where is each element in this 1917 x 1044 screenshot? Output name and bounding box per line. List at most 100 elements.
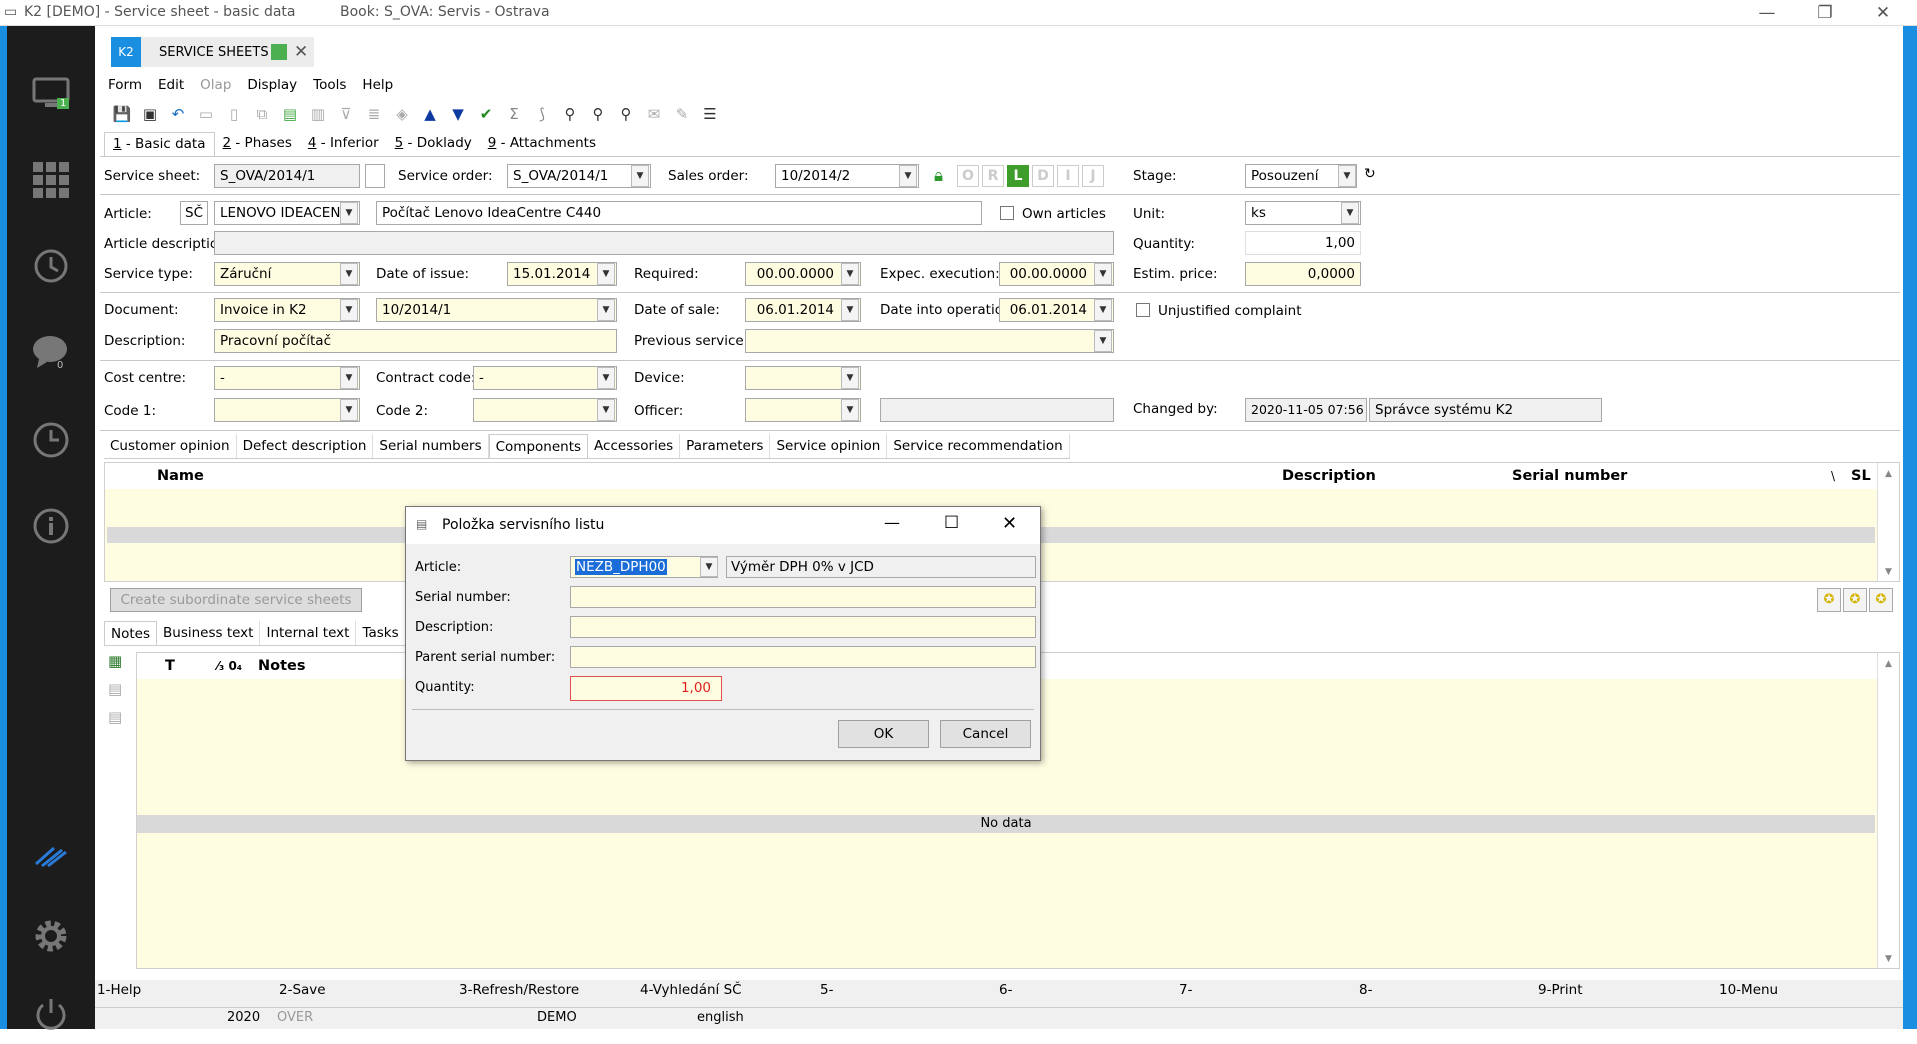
cost-centre-dropdown[interactable]: ▼ [340,367,358,389]
tab-basic-data[interactable]: 1 - Basic data [104,132,215,156]
tab-accessories[interactable]: Accessories [588,434,681,458]
undo-icon[interactable]: ↶ [164,101,192,127]
document-type-dropdown[interactable]: ▼ [340,299,358,321]
contract-code-field[interactable]: - [473,366,617,390]
minimize-button[interactable]: — [1738,0,1796,26]
tab-serial-numbers[interactable]: Serial numbers [373,434,489,458]
code2-field[interactable] [473,398,617,422]
filter-list-icon[interactable]: ≣ [360,101,388,127]
dialog-close-button[interactable]: ✕ [1002,513,1017,534]
close-button[interactable]: ✕ [1854,0,1912,26]
paste-note-icon[interactable]: ▤ [108,708,130,736]
status-j[interactable]: J [1082,165,1104,187]
fkey-help[interactable]: 1-Help [97,982,141,998]
cost-centre-field[interactable]: - [214,366,360,390]
code1-field[interactable] [214,398,360,422]
date-of-issue-dropdown[interactable]: ▼ [597,263,615,285]
own-articles-checkbox[interactable] [1000,206,1014,220]
status-i[interactable]: I [1057,165,1079,187]
copy-icon[interactable]: ⧉ [248,101,276,127]
save-icon[interactable]: 💾 [108,101,136,127]
tab-phases[interactable]: 2 - Phases [215,132,300,156]
book-icon[interactable]: ▥ [304,101,332,127]
history-icon[interactable] [7,236,95,296]
tab-attachments[interactable]: 9 - Attachments [480,132,604,156]
previous-service-dropdown[interactable]: ▼ [1094,330,1112,352]
status-o[interactable]: O [957,165,979,187]
tab-service-recommendation[interactable]: Service recommendation [887,434,1070,458]
col-x[interactable]: ⁄₃ 0₄ [217,659,242,673]
binoculars-icon[interactable]: ⚲ [556,101,584,127]
contract-code-dropdown[interactable]: ▼ [597,367,615,389]
code1-dropdown[interactable]: ▼ [340,399,358,421]
status-l[interactable]: L [1007,165,1029,187]
previous-service-field[interactable] [745,329,1114,353]
hamburger-icon[interactable]: ☰ [696,101,724,127]
service-sheet-extra[interactable] [365,164,385,188]
service-order-field[interactable]: S_OVA/2014/1 [507,164,651,188]
stage-history-icon[interactable]: ↻ [1364,166,1376,182]
open-icon[interactable]: ▭ [192,101,220,127]
remove-sum-icon[interactable]: ⟆ [528,101,556,127]
document-number-dropdown[interactable]: ▼ [597,299,615,321]
dialog-quantity-field[interactable]: 1,00 [570,676,722,701]
star-edit-icon[interactable]: ✪ [1869,588,1893,612]
apps-grid-icon[interactable] [7,150,95,210]
tab-doklady[interactable]: 5 - Doklady [387,132,480,156]
close-tab-icon[interactable]: ✕ [294,42,308,62]
description-field[interactable]: Pracovní počítač [214,329,617,353]
move-up-icon[interactable]: ▲ [416,101,444,127]
fkey-6[interactable]: 6- [999,982,1012,998]
date-of-sale-dropdown[interactable]: ▼ [841,299,859,321]
fkey-5[interactable]: 5- [820,982,833,998]
menu-olap[interactable]: Olap [192,73,239,97]
dialog-cancel-button[interactable]: Cancel [940,720,1031,748]
col-notes[interactable]: Notes [258,658,306,674]
sales-order-dropdown[interactable]: ▼ [899,165,917,187]
device-dropdown[interactable]: ▼ [841,367,859,389]
col-sl[interactable]: SL [1851,468,1871,484]
officer-dropdown[interactable]: ▼ [841,399,859,421]
article-dropdown[interactable]: ▼ [340,202,358,224]
fkey-8[interactable]: 8- [1359,982,1372,998]
date-into-operation-dropdown[interactable]: ▼ [1094,299,1112,321]
check-icon[interactable]: ✔ [472,101,500,127]
service-sheet-field[interactable]: S_OVA/2014/1 [214,164,360,188]
fkey-save[interactable]: 2-Save [279,982,326,998]
menu-edit[interactable]: Edit [150,73,192,97]
star-icon[interactable]: ✪ [1817,588,1841,612]
restore-button[interactable]: ❐ [1796,0,1854,26]
module-tab[interactable]: SERVICE SHEETS ✕ [141,37,314,67]
copy-note-icon[interactable]: ▤ [108,680,130,708]
tab-parameters[interactable]: Parameters [680,434,771,458]
sales-order-field[interactable]: 10/2014/2 [775,164,919,188]
status-r[interactable]: R [982,165,1004,187]
service-type-dropdown[interactable]: ▼ [340,263,358,285]
col-flag[interactable]: \ [1831,469,1835,483]
filter-icon[interactable]: ⊽ [332,101,360,127]
move-down-icon[interactable]: ▼ [444,101,472,127]
tab-notes[interactable]: Notes [104,621,157,645]
edit-icon[interactable]: ✎ [668,101,696,127]
menu-form[interactable]: Form [100,73,150,97]
col-serial-number[interactable]: Serial number [1512,468,1627,484]
article-field[interactable]: LENOVO IDEACENT [214,201,360,225]
fkey-search[interactable]: 4-Vyhledání SČ [640,982,742,998]
tab-inferior[interactable]: 4 - Inferior [300,132,387,156]
col-name[interactable]: Name [157,468,204,484]
save-as-icon[interactable]: ▣ [136,101,164,127]
dialog-ok-button[interactable]: OK [838,720,929,748]
tab-customer-opinion[interactable]: Customer opinion [104,434,237,458]
fkey-7[interactable]: 7- [1179,982,1192,998]
tab-internal-text[interactable]: Internal text [260,621,357,645]
dialog-serial-field[interactable] [570,586,1036,608]
article-sc-button[interactable]: SČ [180,201,208,225]
code2-dropdown[interactable]: ▼ [597,399,615,421]
database-icon[interactable]: ◈ [388,101,416,127]
dialog-minimize-button[interactable]: — [884,513,900,532]
components-scrollbar[interactable]: ▲ ▼ [1877,463,1899,581]
chat-icon[interactable]: 0 [7,322,95,382]
menu-help[interactable]: Help [354,73,401,97]
find-next-icon[interactable]: ⚲ [584,101,612,127]
document-number-field[interactable]: 10/2014/1 [376,298,617,322]
